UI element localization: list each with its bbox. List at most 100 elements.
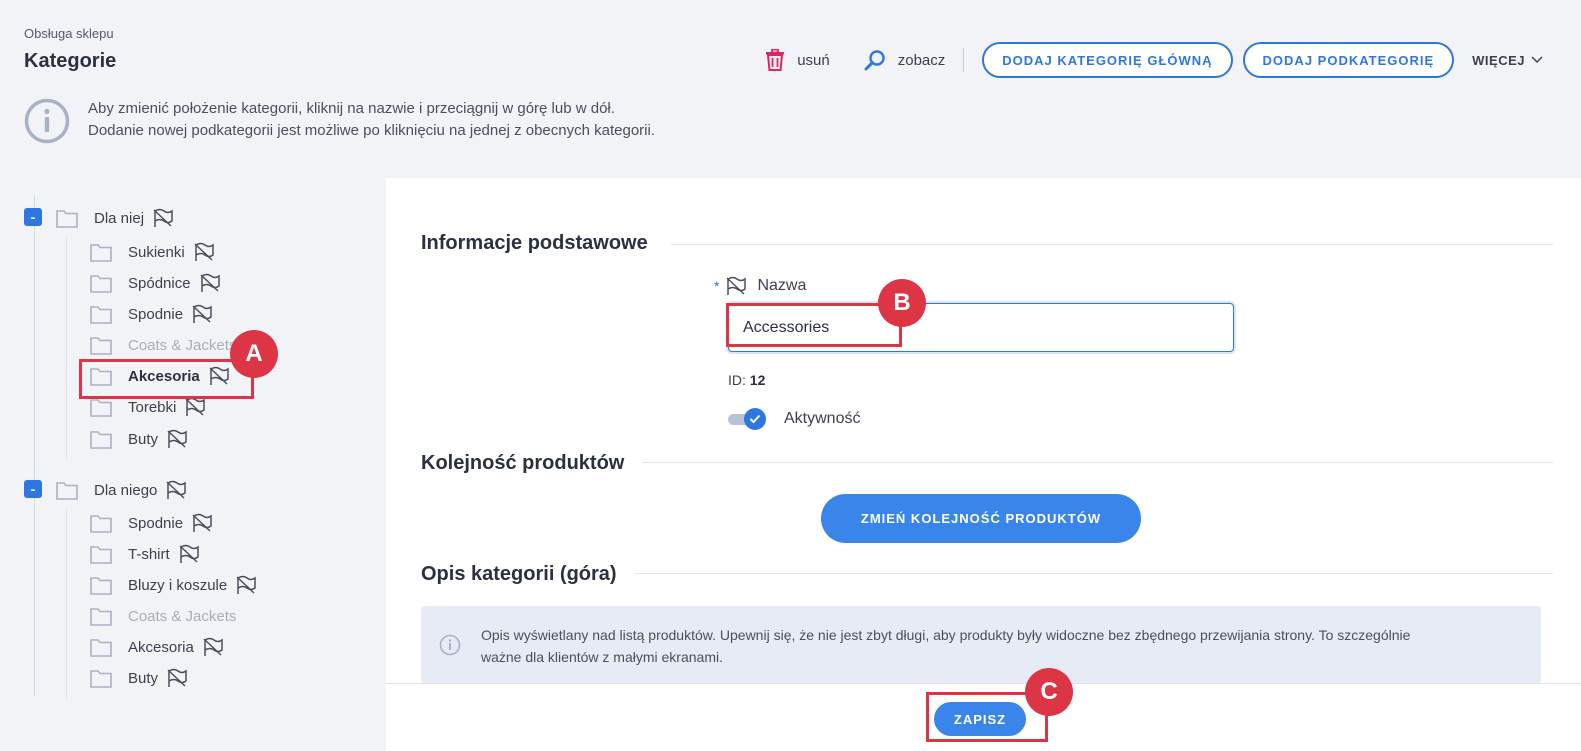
id-label: ID: <box>728 372 746 388</box>
tree-item-bluzy-koszule[interactable]: Bluzy i koszule <box>90 573 257 597</box>
folder-icon <box>90 669 112 688</box>
more-label: WIĘCEJ <box>1472 52 1525 68</box>
trash-icon <box>766 49 785 71</box>
name-field-label: * Nazwa <box>714 276 806 296</box>
collapse-toggle[interactable]: - <box>24 480 42 498</box>
tree-item-coats-jackets[interactable]: Coats & Jackets <box>90 604 236 628</box>
folder-icon <box>90 430 112 449</box>
section-divider <box>671 244 1553 245</box>
tree-item-dla-niej[interactable]: Dla niej <box>56 206 174 230</box>
tree-item-label: Sukienki <box>128 243 185 261</box>
delete-link[interactable]: usuń <box>765 49 830 71</box>
flag-off-icon <box>192 513 212 532</box>
folder-icon <box>90 336 112 355</box>
folder-icon <box>90 576 112 595</box>
tree-item-coats-jackets[interactable]: Coats & Jackets <box>90 333 236 357</box>
folder-icon <box>90 545 112 564</box>
active-row: Aktywność <box>728 408 860 430</box>
tree-item-spodnice[interactable]: Spódnice <box>90 271 221 295</box>
callout-box-a <box>79 359 254 399</box>
tree-item-label: Buty <box>128 430 159 448</box>
add-main-category-button[interactable]: DODAJ KATEGORIĘ GŁÓWNĄ <box>982 42 1233 78</box>
tree-item-label: Bluzy i koszule <box>128 576 228 594</box>
tree-item-buty[interactable]: Buty <box>90 427 188 451</box>
tree-item-spodnie[interactable]: Spodnie <box>90 511 213 535</box>
callout-badge-b: B <box>878 279 926 327</box>
active-toggle[interactable] <box>728 408 766 430</box>
folder-icon <box>90 305 112 324</box>
flag-off-icon <box>166 480 187 499</box>
flag-off-icon <box>192 304 212 323</box>
category-edit-panel: Informacje podstawowe * Nazwa ID: 12 Akt… <box>386 178 1581 751</box>
folder-icon <box>90 638 112 657</box>
collapse-toggle[interactable]: - <box>24 208 42 226</box>
callout-box-b <box>726 303 902 347</box>
flag-off-icon <box>185 397 206 416</box>
page-title: Kategorie <box>24 50 117 72</box>
add-subcategory-button[interactable]: DODAJ PODKATEGORIĘ <box>1242 42 1455 78</box>
more-menu[interactable]: WIĘCEJ <box>1472 53 1543 68</box>
tree-item-label: Akcesoria <box>128 638 194 656</box>
folder-icon <box>90 398 112 417</box>
flag-off-icon <box>153 208 173 227</box>
toolbar-divider <box>963 48 965 72</box>
tree-item-spodnie[interactable]: Spodnie <box>90 302 213 326</box>
tree-line <box>34 196 35 696</box>
flag-off-icon <box>203 637 223 656</box>
info-banner: Aby zmienić położenie kategorii, kliknij… <box>24 98 655 144</box>
tree-item-sukienki[interactable]: Sukienki <box>90 240 215 264</box>
section-title-basic: Informacje podstawowe <box>421 232 648 254</box>
callout-badge-a: A <box>230 330 278 378</box>
tree-item-label: Buty <box>128 669 159 687</box>
flag-off-icon <box>200 273 220 292</box>
chevron-down-icon <box>1531 56 1543 64</box>
folder-icon <box>56 209 78 228</box>
flag-off-icon <box>236 575 256 594</box>
required-mark: * <box>714 278 720 294</box>
id-value: 12 <box>749 372 766 388</box>
tree-item-label: Coats & Jackets <box>128 607 237 625</box>
callout-badge-c: C <box>1025 668 1073 716</box>
description-info-line-2: ważne dla klientów z małymi ekranami. <box>481 649 723 665</box>
tree-item-label: Spodnie <box>128 305 184 323</box>
info-icon <box>24 98 70 144</box>
tree-item-t-shirt[interactable]: T-shirt <box>90 542 200 566</box>
tree-item-label: Dla niego <box>94 481 158 499</box>
delete-label: usuń <box>797 51 830 69</box>
toggle-knob <box>744 408 766 430</box>
tree-item-buty[interactable]: Buty <box>90 666 188 690</box>
tree-item-label: Spodnie <box>128 514 184 532</box>
folder-icon <box>56 481 78 500</box>
name-label: Nazwa <box>757 277 807 294</box>
flag-off-icon <box>167 429 187 448</box>
section-divider <box>643 462 1553 463</box>
category-id: ID: 12 <box>728 372 765 388</box>
view-link[interactable]: zobacz <box>864 49 945 71</box>
tree-item-label: Spódnice <box>128 274 191 292</box>
flag-off-icon <box>167 668 187 687</box>
folder-icon <box>90 243 112 262</box>
folder-icon <box>90 607 112 626</box>
tree-item-label: Coats & Jackets <box>128 336 237 354</box>
section-title-order: Kolejność produktów <box>421 452 625 474</box>
tree-item-akcesoria[interactable]: Akcesoria <box>90 635 224 659</box>
change-product-order-button[interactable]: ZMIEŃ KOLEJNOŚĆ PRODUKTÓW <box>821 494 1141 543</box>
info-line-2: Dodanie nowej podkategorii jest możliwe … <box>88 122 655 139</box>
toolbar: usuń zobacz DODAJ KATEGORIĘ GŁÓWNĄ DODAJ… <box>765 42 1543 78</box>
tree-item-label: Torebki <box>128 398 177 416</box>
section-divider <box>635 573 1553 574</box>
info-line-1: Aby zmienić położenie kategorii, kliknij… <box>88 100 615 117</box>
section-title-description: Opis kategorii (góra) <box>421 563 617 585</box>
tree-item-label: T-shirt <box>128 545 170 563</box>
folder-icon <box>90 514 112 533</box>
info-icon <box>439 634 461 656</box>
description-info-box: Opis wyświetlany nad listą produktów. Up… <box>421 606 1541 684</box>
tree-item-dla-niego[interactable]: Dla niego <box>56 478 187 502</box>
flag-off-icon <box>726 276 747 295</box>
flag-off-icon <box>179 544 199 563</box>
breadcrumb[interactable]: Obsługa sklepu <box>24 26 114 41</box>
check-icon <box>749 414 761 424</box>
folder-icon <box>90 274 112 293</box>
search-icon <box>864 50 885 71</box>
active-label: Aktywność <box>784 410 861 427</box>
